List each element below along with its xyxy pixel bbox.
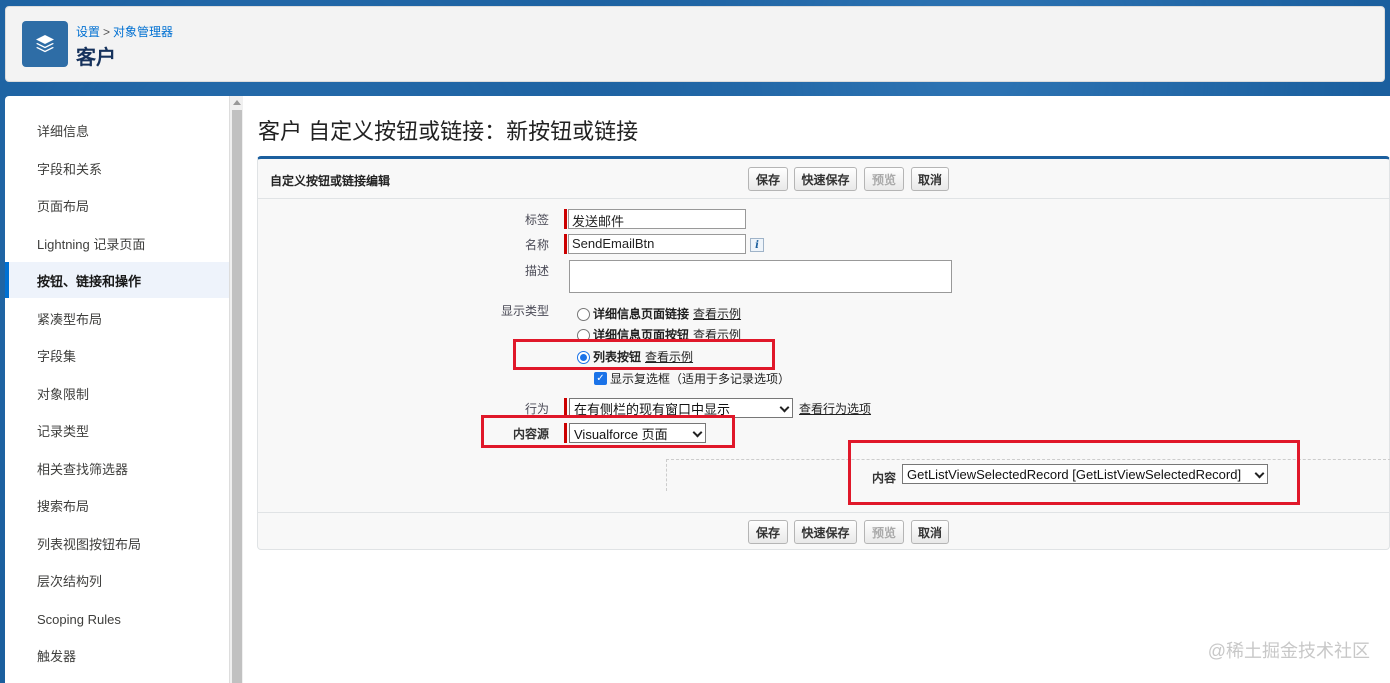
sidebar-item-list-view-button-layout[interactable]: 列表视图按钮布局 [5, 525, 229, 561]
highlight-box-content [848, 440, 1300, 505]
name-field-label: 名称 [524, 238, 549, 252]
object-title: 客户 [76, 47, 116, 69]
checkbox-check-icon[interactable]: ✓ [594, 372, 607, 385]
view-behavior-options-link[interactable]: 查看行为选项 [799, 400, 871, 417]
save-button-bottom[interactable]: 保存 [748, 520, 788, 544]
label-field-label: 标签 [524, 213, 549, 227]
sidebar-item-lookup-filters[interactable]: 相关查找筛选器 [5, 450, 229, 486]
required-marker [564, 234, 567, 254]
quick-save-button-bottom[interactable]: 快速保存 [794, 520, 857, 544]
sidebar-item-record-types[interactable]: 记录类型 [5, 412, 229, 448]
scroll-up-arrow-icon[interactable] [233, 100, 241, 105]
preview-button-bottom[interactable]: 预览 [864, 520, 904, 544]
show-checkbox-label: 显示复选框（适用于多记录选项） [610, 372, 791, 386]
panel-footer: 保存 快速保存 预览 取消 [258, 512, 1389, 550]
display-type-label: 显示类型 [500, 304, 549, 318]
scrollbar-thumb[interactable] [232, 110, 242, 683]
name-input[interactable]: SendEmailBtn [568, 234, 746, 254]
info-icon[interactable]: i [750, 238, 764, 252]
sidebar-item-fields-relationships[interactable]: 字段和关系 [5, 150, 229, 186]
save-button[interactable]: 保存 [748, 167, 788, 191]
preview-button[interactable]: 预览 [864, 167, 904, 191]
radio-detail-page-link[interactable] [577, 308, 590, 321]
highlight-box-content-source [481, 415, 735, 448]
sidebar: 详细信息 字段和关系 页面布局 Lightning 记录页面 按钮、链接和操作 … [5, 96, 229, 683]
panel-title: 自定义按钮或链接编辑 [270, 174, 391, 188]
breadcrumb-setup[interactable]: 设置 [76, 25, 100, 39]
label-input[interactable]: 发送邮件 [568, 209, 746, 229]
breadcrumb-separator: > [103, 25, 111, 39]
sidebar-item-field-sets[interactable]: 字段集 [5, 337, 229, 373]
required-marker [564, 209, 567, 229]
edit-panel: 自定义按钮或链接编辑 保存 快速保存 预览 取消 标签 发送邮件 名称 Send… [257, 156, 1390, 550]
cancel-button[interactable]: 取消 [911, 167, 949, 191]
watermark: @稀土掘金技术社区 [1207, 641, 1370, 661]
view-example-link[interactable]: 查看示例 [693, 307, 741, 321]
layers-icon [22, 21, 68, 67]
sidebar-item-object-limits[interactable]: 对象限制 [5, 375, 229, 411]
option-detail-page-link: 详细信息页面链接 查看示例 [593, 307, 742, 321]
page-title: 客户 自定义按钮或链接：新按钮或链接 [258, 119, 639, 144]
cancel-button-bottom[interactable]: 取消 [911, 520, 949, 544]
sidebar-item-details[interactable]: 详细信息 [5, 112, 229, 148]
object-header: 设置 > 对象管理器 客户 [5, 6, 1385, 82]
sidebar-scrollbar[interactable] [229, 96, 243, 683]
panel-header: 自定义按钮或链接编辑 保存 快速保存 预览 取消 [258, 159, 1389, 199]
description-textarea[interactable] [569, 260, 952, 293]
description-field-label: 描述 [524, 264, 549, 278]
highlight-box-list-button [513, 339, 775, 370]
sidebar-item-triggers[interactable]: 触发器 [5, 637, 229, 673]
main-content: 客户 自定义按钮或链接：新按钮或链接 自定义按钮或链接编辑 保存 快速保存 预览… [243, 96, 1390, 683]
sidebar-item-page-layouts[interactable]: 页面布局 [5, 187, 229, 223]
breadcrumb-object-manager[interactable]: 对象管理器 [113, 25, 173, 39]
sidebar-item-lightning-record-pages[interactable]: Lightning 记录页面 [5, 225, 229, 261]
sidebar-item-compact-layouts[interactable]: 紧凑型布局 [5, 300, 229, 336]
quick-save-button[interactable]: 快速保存 [794, 167, 857, 191]
breadcrumb: 设置 > 对象管理器 [76, 23, 173, 40]
sidebar-item-scoping-rules[interactable]: Scoping Rules [5, 601, 229, 637]
sidebar-item-search-layouts[interactable]: 搜索布局 [5, 487, 229, 523]
sidebar-item-buttons-links-actions[interactable]: 按钮、链接和操作 [5, 262, 229, 298]
chevron-down-icon [779, 402, 790, 413]
sidebar-item-hierarchy-columns[interactable]: 层次结构列 [5, 562, 229, 598]
